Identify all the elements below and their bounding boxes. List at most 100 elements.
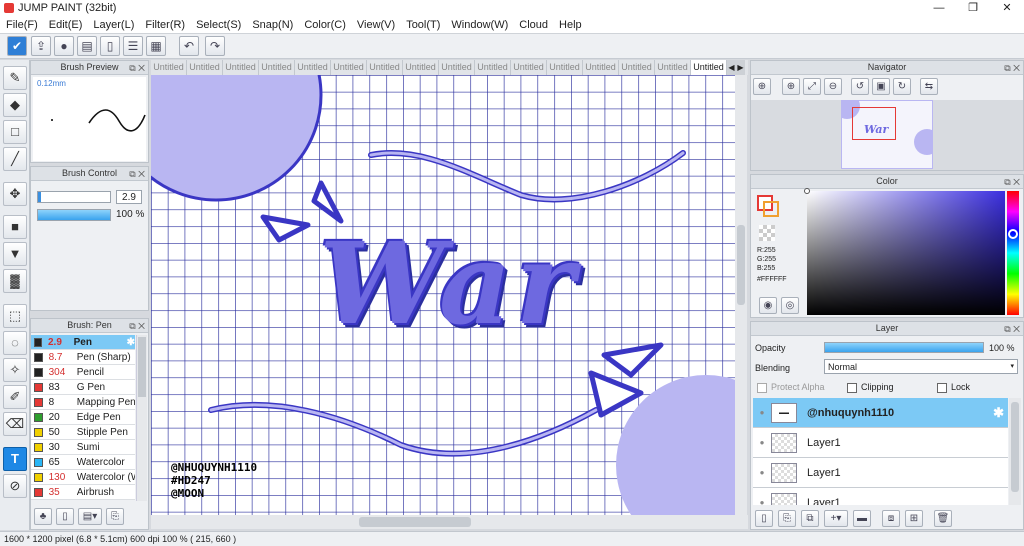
brush-item-watercolor-wet[interactable]: 130 Watercolor (W [31, 470, 135, 485]
reset-rotation-icon[interactable]: ▣ [872, 78, 890, 95]
rotate-left-icon[interactable]: ↺ [851, 78, 869, 95]
layer-item[interactable]: ● Layer1 [753, 458, 1008, 488]
menu-edit[interactable]: Edit(E) [49, 17, 83, 33]
panel-controls-icon[interactable]: ⧉ ✕ [1004, 323, 1020, 336]
brush-export-icon[interactable]: ⎘ [106, 508, 124, 525]
select-rect-icon[interactable]: ⬚ [3, 304, 27, 328]
blending-select[interactable]: Normal ▾ [824, 359, 1018, 374]
brush-menu-icon[interactable]: ▤▾ [78, 508, 102, 525]
chat-icon[interactable]: ▤ [77, 36, 97, 56]
delete-layer-icon[interactable]: 🗑 [934, 510, 952, 527]
zoom-in-icon[interactable]: ⊕ [782, 78, 800, 95]
menu-help[interactable]: Help [559, 17, 582, 33]
canvas-horizontal-scrollbar[interactable] [151, 515, 748, 529]
bucket-icon[interactable]: ▼ [3, 242, 27, 266]
panel-controls-icon[interactable]: ⧉ ✕ [1004, 176, 1020, 189]
brush-item-mapping-pen[interactable]: 8 Mapping Pen [31, 395, 135, 410]
hue-handle[interactable] [1008, 229, 1018, 239]
menu-filter[interactable]: Filter(R) [145, 17, 185, 33]
layer-opacity-slider[interactable] [824, 342, 984, 353]
saturation-value-picker[interactable] [804, 188, 1005, 315]
layer-item[interactable]: ● Layer1 [753, 488, 1008, 505]
brush-opacity-slider[interactable] [37, 209, 111, 221]
select-eraser-icon[interactable]: ⌫ [3, 412, 27, 436]
close-button[interactable]: ✕ [990, 0, 1024, 17]
copy-layer-icon[interactable]: ⎘ [778, 510, 796, 527]
layer-item[interactable]: ● ▬▬ @nhuquynh1110 ✱ [753, 398, 1008, 428]
tab-untitled[interactable]: Untitled [547, 60, 583, 75]
brush-item-pencil[interactable]: 304 Pencil [31, 365, 135, 380]
brush-item-g-pen[interactable]: 83 G Pen [31, 380, 135, 395]
navigator-preview[interactable]: War [751, 100, 1023, 170]
duplicate-layer-icon[interactable]: ⧉ [801, 510, 819, 527]
rectangle-icon[interactable]: □ [3, 120, 27, 144]
menu-color[interactable]: Color(C) [304, 17, 346, 33]
visibility-icon[interactable]: ● [753, 498, 771, 505]
color-picker-handle[interactable] [804, 188, 810, 194]
tab-untitled[interactable]: Untitled [187, 60, 223, 75]
new-brush-icon[interactable]: ▯ [56, 508, 74, 525]
brush-item-sumi[interactable]: 30 Sumi [31, 440, 135, 455]
drawing-canvas[interactable]: War @NHUQUYNH1110 #HD247 @MOON [151, 75, 735, 515]
visibility-icon[interactable]: ● [753, 438, 771, 447]
brush-item-airbrush[interactable]: 35 Airbrush [31, 485, 135, 500]
hue-slider[interactable] [1007, 191, 1019, 315]
scroll-thumb[interactable] [1011, 402, 1019, 492]
tab-untitled[interactable]: Untitled [583, 60, 619, 75]
lasso-icon[interactable]: ◌ [3, 331, 27, 355]
zoom-in-icon[interactable]: ⊕ [753, 78, 771, 95]
menu-window[interactable]: Window(W) [451, 17, 508, 33]
brush-item-edge-pen[interactable]: 20 Edge Pen [31, 410, 135, 425]
restore-button[interactable]: ❐ [956, 0, 990, 17]
menu-file[interactable]: File(F) [6, 17, 38, 33]
select-pen-icon[interactable]: ✐ [3, 385, 27, 409]
layer-settings-icon[interactable]: ⊞ [905, 510, 923, 527]
tab-untitled[interactable]: Untitled [403, 60, 439, 75]
eyedropper-icon[interactable]: ⊘ [3, 474, 27, 498]
clipping-checkbox[interactable]: Clipping [847, 382, 894, 393]
tab-untitled[interactable]: Untitled [259, 60, 295, 75]
scroll-thumb[interactable] [138, 337, 146, 397]
tab-untitled-active[interactable]: Untitled [691, 60, 727, 75]
brush-item-pen-sharp[interactable]: 8.7 Pen (Sharp) [31, 350, 135, 365]
canvas-vertical-scrollbar[interactable] [735, 75, 747, 515]
panel-controls-icon[interactable]: ⧉ ✕ [129, 320, 145, 333]
check-icon[interactable]: ✔ [7, 36, 27, 56]
rotate-right-icon[interactable]: ↻ [893, 78, 911, 95]
fill-rect-icon[interactable]: ■ [3, 215, 27, 239]
tab-untitled[interactable]: Untitled [655, 60, 691, 75]
panel-controls-icon[interactable]: ⧉ ✕ [1004, 62, 1020, 75]
comment-icon[interactable]: ● [54, 36, 74, 56]
brush-size-slider[interactable] [37, 191, 111, 203]
tab-untitled[interactable]: Untitled [619, 60, 655, 75]
protect-alpha-checkbox[interactable]: Protect Alpha [757, 382, 825, 393]
visibility-icon[interactable]: ● [753, 468, 771, 477]
tab-untitled[interactable]: Untitled [511, 60, 547, 75]
redo-icon[interactable]: ↷ [205, 36, 225, 56]
menu-select[interactable]: Select(S) [196, 17, 241, 33]
minimize-button[interactable]: — [922, 0, 956, 17]
brush-size-value[interactable]: 2.9 [116, 190, 142, 204]
pen-icon[interactable]: ✎ [3, 66, 27, 90]
add-layer-menu-icon[interactable]: +▾ [824, 510, 848, 527]
color-palette-icon[interactable]: ◉ [759, 297, 777, 314]
tab-prev-icon[interactable]: ◀ [727, 60, 736, 75]
menu-cloud[interactable]: Cloud [519, 17, 548, 33]
scroll-thumb[interactable] [737, 225, 745, 305]
new-folder-icon[interactable]: ▬ [853, 510, 871, 527]
zoom-out-icon[interactable]: ⊖ [824, 78, 842, 95]
tab-untitled[interactable]: Untitled [331, 60, 367, 75]
layer-list-scrollbar[interactable] [1009, 398, 1021, 505]
background-color-swatch[interactable] [763, 201, 779, 217]
brush-item-stipple-pen[interactable]: 50 Stipple Pen [31, 425, 135, 440]
lock-checkbox[interactable]: Lock [937, 382, 970, 393]
tab-untitled[interactable]: Untitled [223, 60, 259, 75]
panel-controls-icon[interactable]: ⧉ ✕ [129, 62, 145, 75]
fit-view-icon[interactable]: ⤢ [803, 78, 821, 95]
brush-item-pen[interactable]: 2.9 Pen ✱ [31, 335, 135, 350]
transparent-swatch[interactable] [759, 225, 775, 241]
brush-item-watercolor[interactable]: 65 Watercolor [31, 455, 135, 470]
document-icon[interactable]: ▯ [100, 36, 120, 56]
list-icon[interactable]: ☰ [123, 36, 143, 56]
undo-icon[interactable]: ↶ [179, 36, 199, 56]
